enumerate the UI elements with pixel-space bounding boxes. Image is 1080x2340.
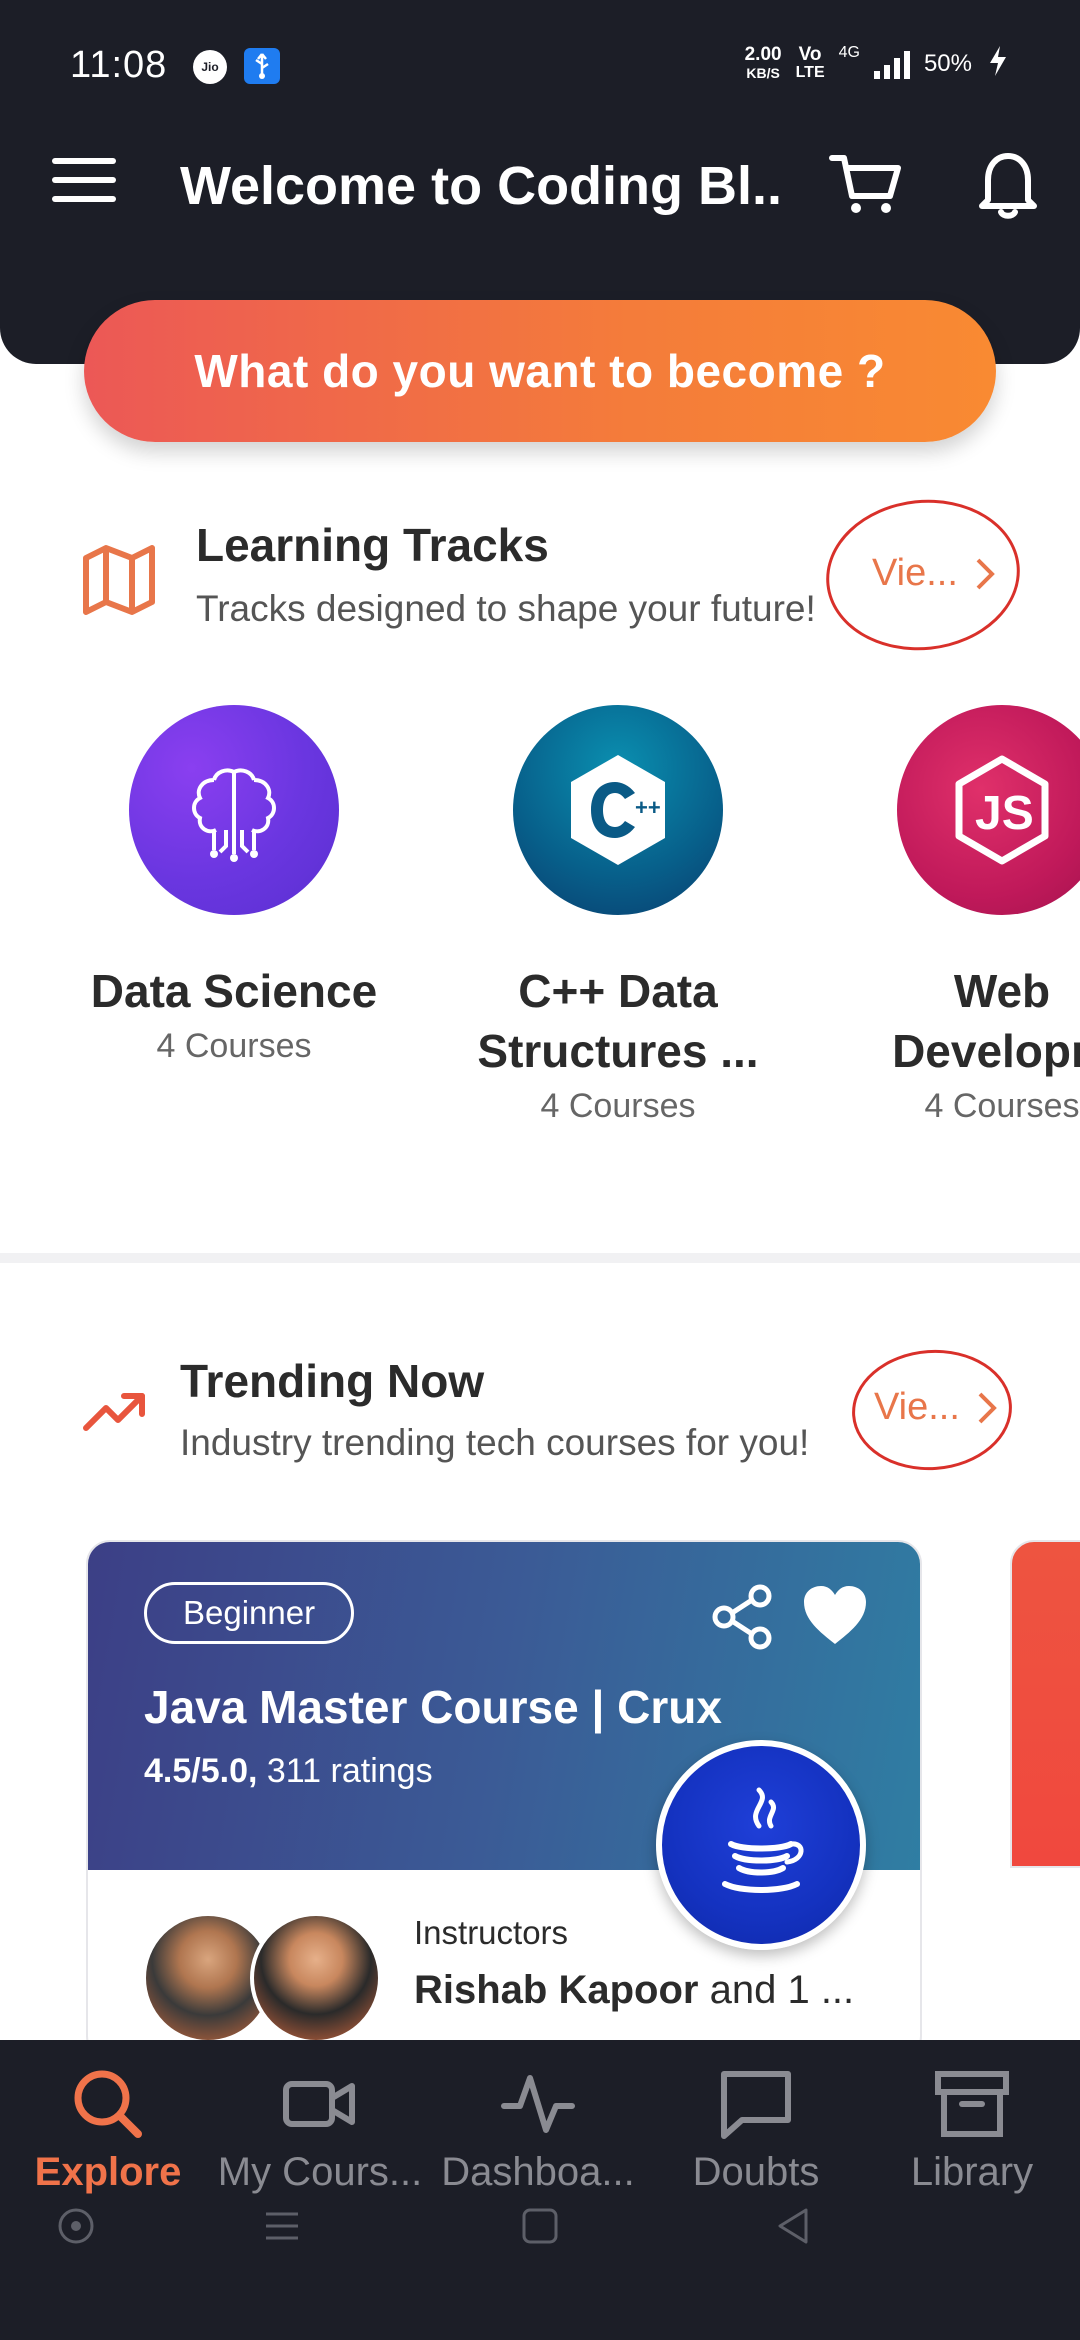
learning-tracks-title: Learning Tracks: [196, 519, 549, 571]
learning-tracks-subtitle: Tracks designed to shape your future!: [196, 588, 816, 629]
level-badge: Beginner: [144, 1582, 355, 1644]
track-cpp-data-structures[interactable]: ++ C++ Data Structures ... 4 Courses: [468, 705, 768, 1126]
nav-library[interactable]: Library: [864, 2064, 1080, 2195]
menu-icon[interactable]: [52, 158, 116, 212]
map-icon: [80, 540, 158, 623]
instructor-more: and 1 ...: [709, 1968, 855, 2012]
nav-dashboard[interactable]: Dashboa...: [430, 2064, 646, 2195]
app-bar: Welcome to Coding Bl...: [0, 130, 1080, 240]
course-rating: 4.5/5.0, 311 ratings: [144, 1752, 433, 1791]
nav-explore[interactable]: Explore: [0, 2064, 216, 2195]
system-back-icon[interactable]: [774, 2206, 814, 2251]
app-title: Welcome to Coding Bl...: [180, 156, 780, 216]
battery-percent: 50%: [923, 50, 972, 77]
rating-value: 4.5/5.0,: [144, 1752, 258, 1790]
nav-label: Dashboa...: [441, 2150, 635, 2194]
bottom-navigation: Explore My Cours... Dashboa... Doubts Li…: [0, 2040, 1080, 2340]
nav-label: My Cours...: [217, 2150, 423, 2194]
net-speed: 2.00 KB/S: [744, 44, 782, 81]
system-assistant-icon[interactable]: [56, 2206, 96, 2251]
trending-up-icon: [82, 1390, 148, 1439]
cart-icon[interactable]: [826, 144, 906, 224]
annotation-circle: [848, 1344, 1016, 1476]
chat-bubble-icon: [716, 2064, 796, 2144]
rating-count: 311 ratings: [266, 1752, 433, 1790]
nav-my-courses[interactable]: My Cours...: [212, 2064, 428, 2195]
system-home-icon[interactable]: [520, 2206, 560, 2251]
track-web-development[interactable]: JS Web Developm 4 Courses: [852, 705, 1080, 1126]
track-data-science[interactable]: Data Science 4 Courses: [84, 705, 384, 1066]
signal-icon: [873, 49, 910, 79]
learning-tracks-header: Learning Tracks Tracks designed to shape…: [0, 490, 1080, 660]
trending-title: Trending Now: [180, 1355, 485, 1407]
jio-icon: Jio: [193, 50, 227, 84]
archive-box-icon: [932, 2064, 1012, 2144]
next-course-card[interactable]: [1010, 1540, 1080, 1868]
usb-icon: [244, 48, 280, 84]
what-to-become-button[interactable]: What do you want to become ?: [84, 300, 996, 442]
svg-text:JS: JS: [975, 787, 1034, 840]
instructor-primary: Rishab Kapoor: [414, 1968, 699, 2012]
nodejs-icon: JS: [897, 705, 1080, 915]
cpp-icon: ++: [513, 705, 723, 915]
track-course-count: 4 Courses: [924, 1087, 1080, 1125]
nav-doubts[interactable]: Doubts: [648, 2064, 864, 2195]
status-indicators: 2.00 KB/S Vo LTE 4G 50%: [745, 44, 1010, 84]
instructor-avatar: [250, 1912, 382, 2044]
track-course-count: 4 Courses: [540, 1087, 696, 1125]
instructor-names: Rishab Kapoor and 1 ...: [414, 1968, 854, 2013]
section-divider: [0, 1253, 1080, 1263]
bell-icon[interactable]: [968, 144, 1048, 224]
video-camera-icon: [280, 2064, 360, 2144]
nav-label: Library: [910, 2150, 1034, 2194]
share-icon[interactable]: [708, 1582, 778, 1652]
nav-label: Doubts: [692, 2150, 820, 2194]
course-title: Java Master Course | Crux: [144, 1681, 722, 1733]
status-bar: 11:08 Jio 2.00 KB/S Vo LTE 4G 50%: [0, 0, 1080, 130]
trending-subtitle: Industry trending tech courses for you!: [180, 1422, 810, 1463]
annotation-circle: [818, 490, 1028, 660]
nav-label: Explore: [34, 2150, 182, 2194]
track-name: Data Science: [90, 965, 378, 1017]
brain-circuit-icon: [129, 705, 339, 915]
search-icon: [68, 2064, 148, 2144]
activity-icon: [498, 2064, 578, 2144]
java-icon: [656, 1740, 866, 1950]
system-menu-icon[interactable]: [262, 2206, 302, 2251]
heart-icon[interactable]: [800, 1582, 870, 1648]
volte-indicator: Vo LTE: [795, 44, 825, 81]
status-time: 11:08: [70, 44, 168, 86]
instructors-label: Instructors: [414, 1914, 569, 1951]
track-course-count: 4 Courses: [156, 1027, 312, 1065]
track-name: Web Developm: [892, 965, 1080, 1077]
network-type: 4G: [838, 44, 860, 61]
track-name: C++ Data Structures ...: [477, 965, 759, 1077]
svg-text:++: ++: [635, 795, 661, 820]
charging-icon: [986, 44, 1010, 84]
trending-header: Trending Now Industry trending tech cour…: [0, 1336, 1080, 1496]
